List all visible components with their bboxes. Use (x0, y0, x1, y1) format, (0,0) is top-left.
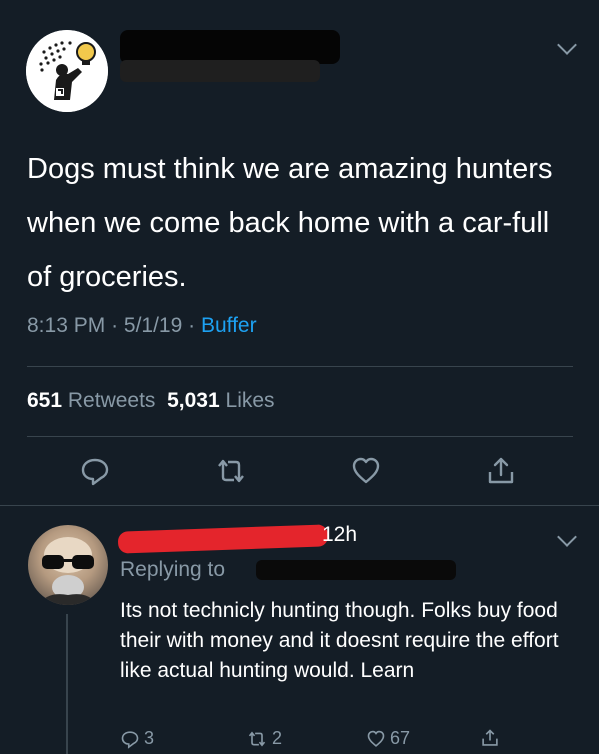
reply-text: Its not technicly hunting though. Folks … (120, 599, 559, 682)
likes-label[interactable]: Likes (226, 389, 275, 412)
likes-count[interactable]: 5,031 (167, 389, 220, 412)
replying-to-line: Replying to (120, 558, 225, 582)
reply-reply-count: 3 (144, 728, 155, 748)
retweets-count[interactable]: 651 (27, 389, 62, 412)
divider (0, 505, 599, 506)
like-heart-icon (367, 730, 385, 747)
tweet-options-chevron-icon[interactable] (557, 35, 577, 55)
retweets-label[interactable]: Retweets (68, 389, 156, 412)
reply-icon (121, 730, 139, 749)
engagement-counts: 651 Retweets 5,031 Likes (27, 389, 275, 413)
share-icon[interactable] (485, 455, 517, 487)
redacted-author-name (120, 30, 340, 64)
replying-to-label: Replying to (120, 558, 226, 581)
reply-options-chevron-icon[interactable] (557, 527, 577, 547)
tweet-time: 8:13 PM (27, 314, 106, 337)
reply-author-avatar[interactable] (28, 525, 108, 605)
retweet-icon[interactable] (215, 455, 247, 487)
sunglasses-man-avatar-icon (38, 537, 98, 605)
redacted-author-handle (120, 60, 320, 82)
divider (27, 436, 573, 437)
like-heart-icon[interactable] (350, 455, 382, 487)
lightbulb-person-icon (26, 30, 108, 112)
tweet-date: 5/1/19 (123, 314, 183, 337)
share-icon (482, 729, 498, 746)
reply-like-count: 67 (390, 728, 411, 748)
reply-reply-button[interactable]: 3 (120, 728, 154, 749)
reply-share-button[interactable] (480, 728, 500, 748)
tweet-source-link[interactable]: Buffer (201, 314, 257, 337)
reply-time: 12h (322, 523, 358, 546)
reply-like-button[interactable]: 67 (366, 728, 410, 749)
tweet-meta: 8:13 PM · 5/1/19 · Buffer (27, 314, 257, 337)
redacted-reply-author-name (117, 524, 329, 554)
author-avatar[interactable] (26, 30, 108, 112)
tweet-text: Dogs must think we are amazing hunters w… (27, 153, 553, 293)
divider (27, 366, 573, 367)
reply-icon[interactable] (79, 455, 111, 487)
redacted-replying-to-handle (256, 560, 456, 580)
thread-line (66, 614, 68, 754)
reply-retweet-count: 2 (272, 728, 283, 748)
reply-retweet-button[interactable]: 2 (246, 728, 282, 749)
retweet-icon (248, 730, 266, 747)
